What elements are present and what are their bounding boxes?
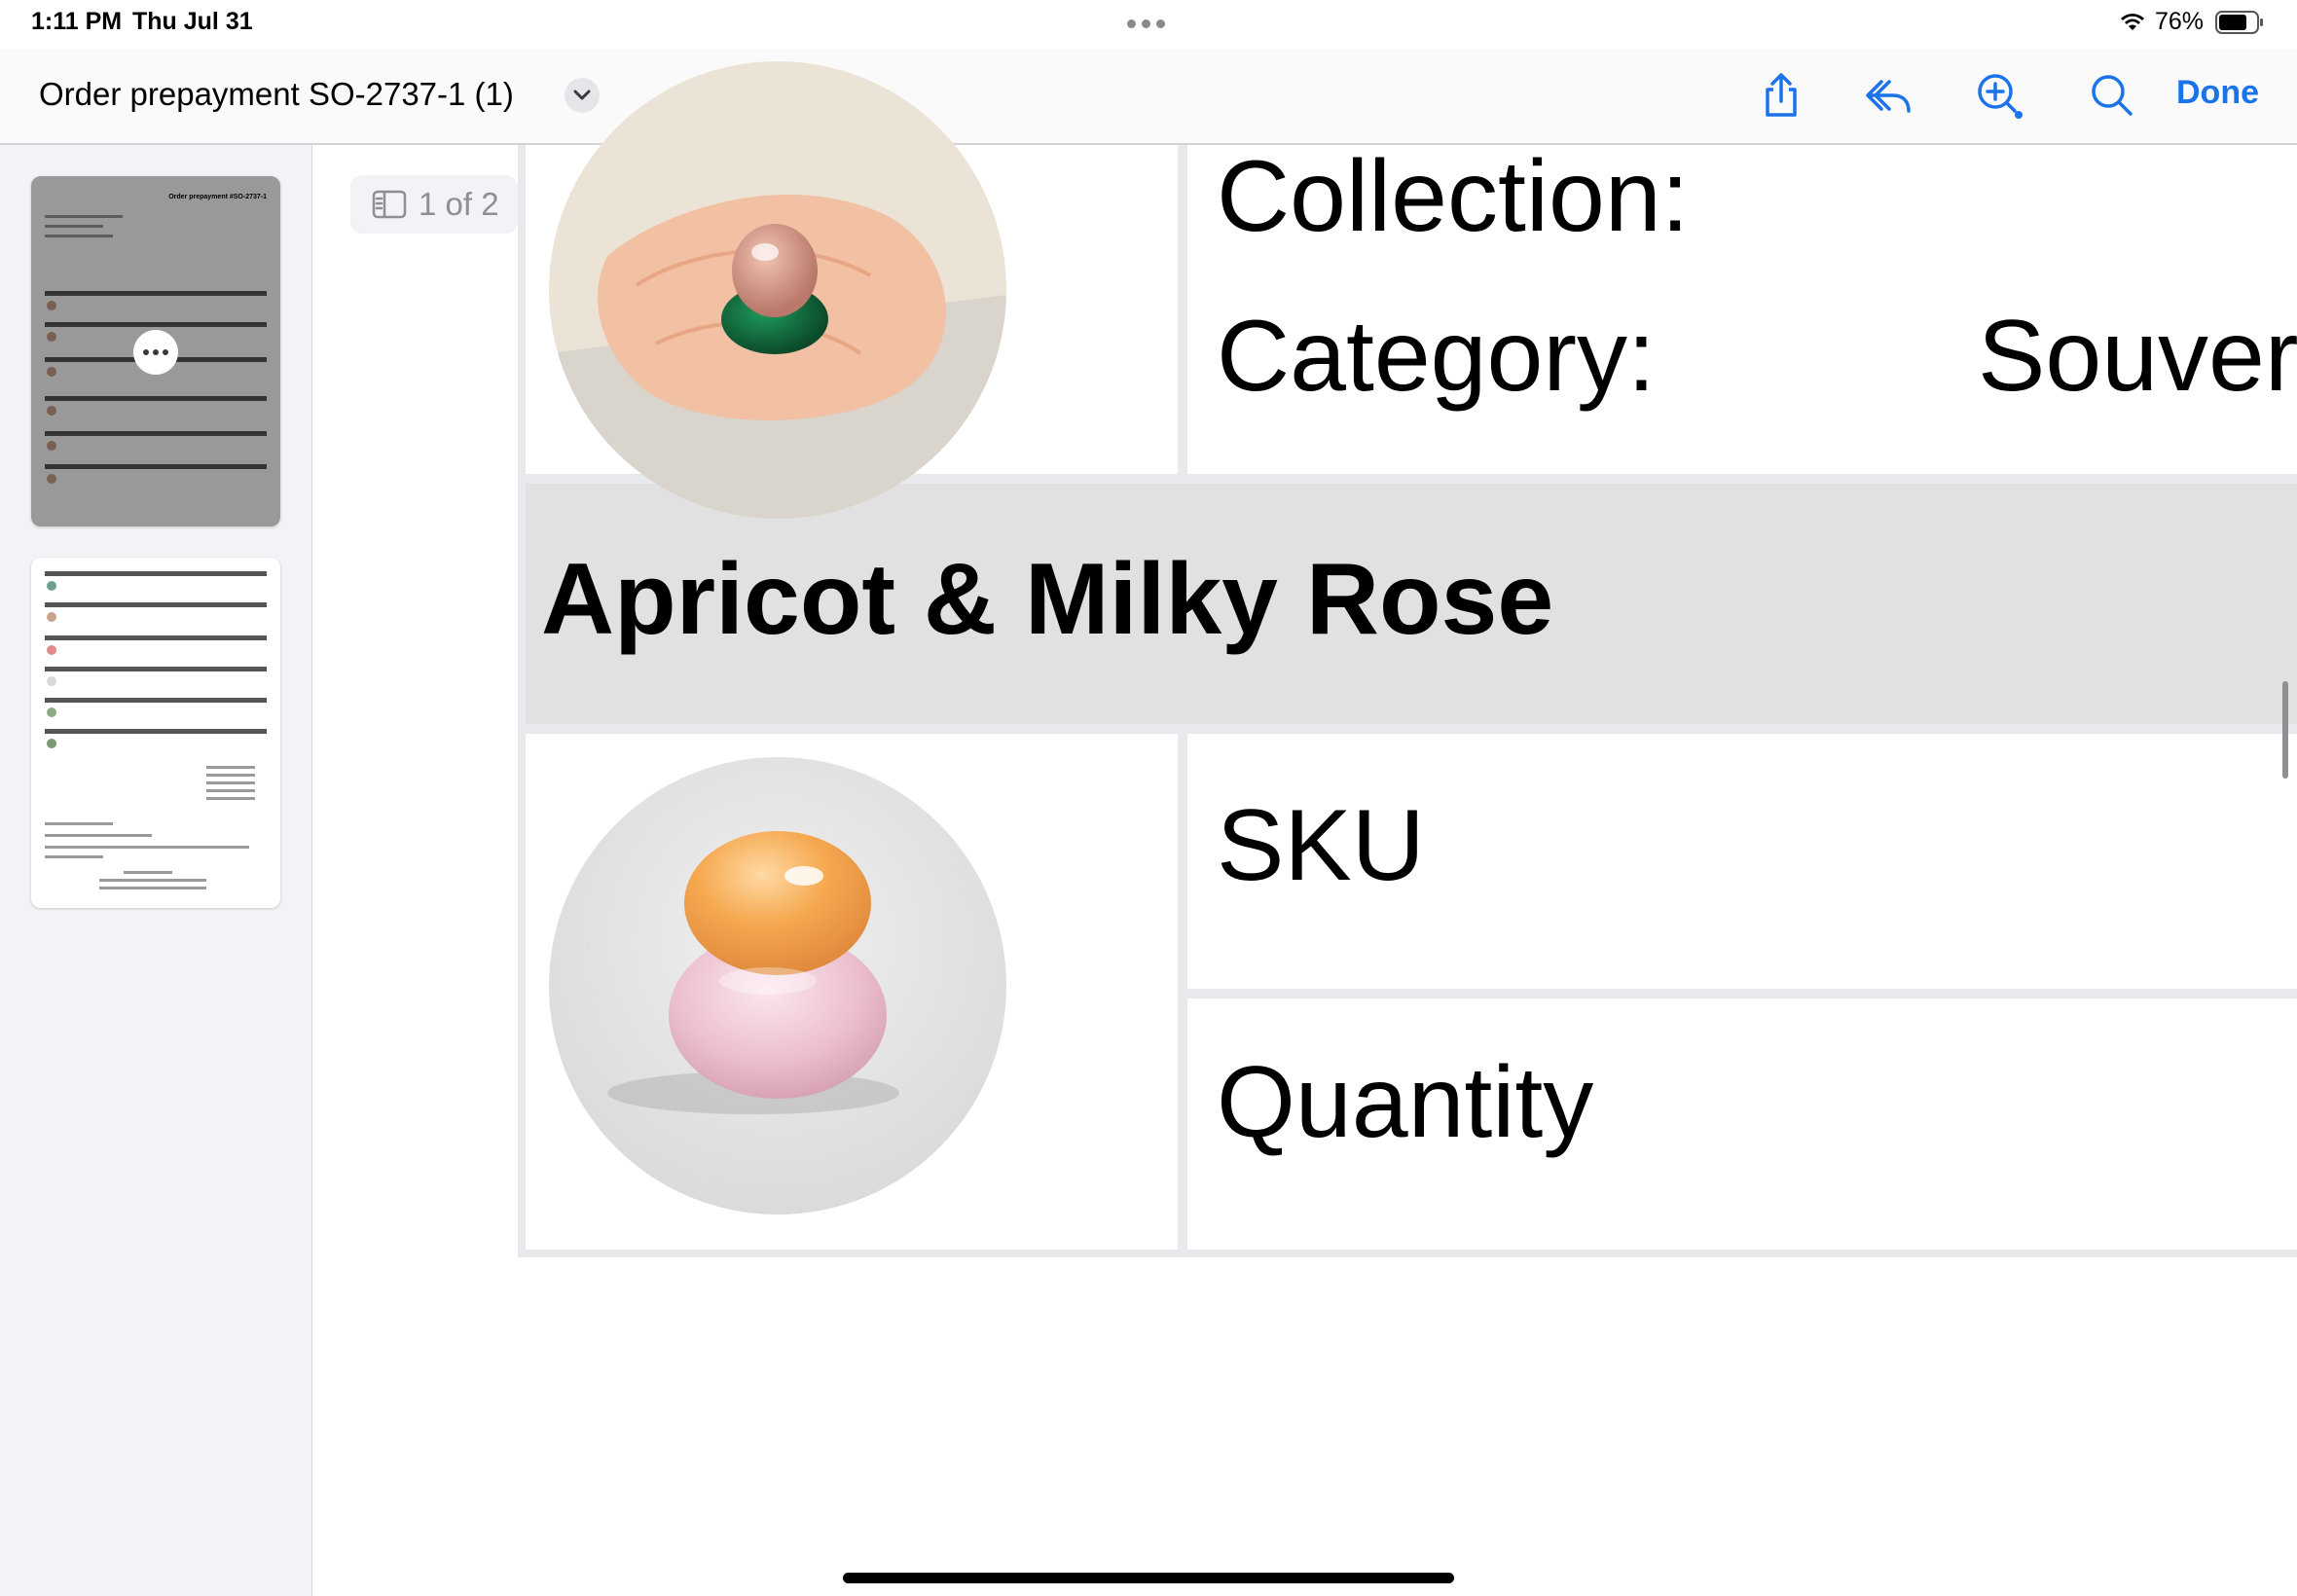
table-border bbox=[1187, 989, 2297, 998]
thumbnail-line bbox=[99, 887, 206, 889]
thumbnail-line bbox=[206, 797, 255, 800]
table-border bbox=[1178, 734, 1187, 1250]
multitasking-dots-icon[interactable] bbox=[1127, 19, 1170, 29]
thumbnail-table-header bbox=[45, 729, 267, 734]
collection-label: Collection: bbox=[1217, 140, 1690, 253]
thumbnail-sidebar: Order prepayment #SO-2737-1 bbox=[0, 145, 312, 1596]
reply-icon bbox=[1866, 80, 1911, 113]
product-name: Apricot & Milky Rose bbox=[541, 543, 1554, 656]
status-time: 1:11 PM bbox=[31, 8, 123, 35]
product-name-row: Apricot & Milky Rose bbox=[526, 484, 2297, 724]
thumbnail-product-dot bbox=[47, 612, 56, 622]
page-thumbnail-2[interactable] bbox=[31, 558, 280, 908]
page-indicator[interactable]: 1 of 2 bbox=[350, 175, 518, 234]
thumbnail-line bbox=[45, 846, 249, 849]
product-image-apricot-milky-rose bbox=[549, 757, 1006, 1215]
markup-reply-button[interactable] bbox=[1861, 68, 1915, 123]
vertical-scrollbar[interactable] bbox=[2282, 681, 2288, 779]
thumbnail-line bbox=[206, 774, 255, 777]
pdf-page-content[interactable]: Collection: Category: Souver Apricot & M… bbox=[518, 61, 2297, 1257]
title-menu-button[interactable] bbox=[565, 78, 600, 113]
thumbnail-line bbox=[45, 834, 152, 837]
thumbnail-line bbox=[206, 789, 255, 792]
status-date: Thu Jul 31 bbox=[132, 8, 253, 35]
thumbnail-line bbox=[45, 822, 113, 825]
thumbnail-line bbox=[206, 766, 255, 769]
page-indicator-text: 1 of 2 bbox=[419, 186, 499, 222]
category-label: Category: bbox=[1217, 300, 1656, 413]
nav-bar: Order prepayment SO-2737-1 (1) Done bbox=[0, 49, 2297, 145]
document-title[interactable]: Order prepayment SO-2737-1 (1) bbox=[39, 76, 514, 113]
thumbnail-product-dot bbox=[47, 739, 56, 748]
more-options-button[interactable] bbox=[133, 330, 178, 375]
product-photo-green-pink bbox=[549, 61, 1006, 519]
thumbnail-line bbox=[99, 879, 206, 882]
thumbnail-table-header bbox=[45, 571, 267, 576]
search-icon bbox=[2092, 75, 2133, 116]
thumbnail-table-header bbox=[45, 635, 267, 640]
thumbnail-line bbox=[45, 855, 103, 858]
product-image bbox=[549, 61, 1006, 519]
home-indicator[interactable] bbox=[843, 1573, 1454, 1583]
table-border bbox=[518, 1250, 2297, 1257]
zoom-in-icon bbox=[1978, 74, 2023, 119]
sidebar-toggle-icon bbox=[372, 190, 407, 219]
zoom-in-button[interactable] bbox=[1972, 68, 2026, 123]
done-button[interactable]: Done bbox=[2176, 74, 2259, 112]
sku-label: SKU bbox=[1217, 789, 1425, 902]
product-photo-apricot-rose bbox=[549, 757, 1006, 1215]
thumbnail-line bbox=[206, 781, 255, 784]
table-border bbox=[526, 724, 2297, 734]
search-button[interactable] bbox=[2085, 68, 2139, 123]
page-thumbnail-1[interactable]: Order prepayment #SO-2737-1 bbox=[31, 176, 280, 526]
thumbnail-table-header bbox=[45, 602, 267, 607]
thumbnail-table-header bbox=[45, 698, 267, 703]
table-border bbox=[1178, 145, 1187, 474]
table-border bbox=[518, 145, 526, 1256]
thumbnail-table-header bbox=[45, 667, 267, 671]
wifi-icon bbox=[2121, 14, 2144, 30]
thumbnail-product-dot bbox=[47, 707, 56, 717]
thumbnail-line bbox=[124, 871, 172, 874]
category-value: Souver bbox=[1978, 300, 2297, 413]
share-button[interactable] bbox=[1754, 68, 1808, 123]
quantity-label: Quantity bbox=[1217, 1046, 1594, 1159]
thumbnail-product-dot bbox=[47, 645, 56, 655]
thumbnail-product-dot bbox=[47, 581, 56, 591]
battery-icon bbox=[2215, 11, 2263, 34]
share-icon bbox=[1766, 73, 1797, 117]
status-bar: 1:11 PM Thu Jul 31 76% bbox=[0, 0, 2297, 49]
chevron-down-icon bbox=[573, 90, 591, 100]
thumbnail-product-dot bbox=[47, 676, 56, 686]
battery-percent: 76% bbox=[2155, 8, 2205, 35]
